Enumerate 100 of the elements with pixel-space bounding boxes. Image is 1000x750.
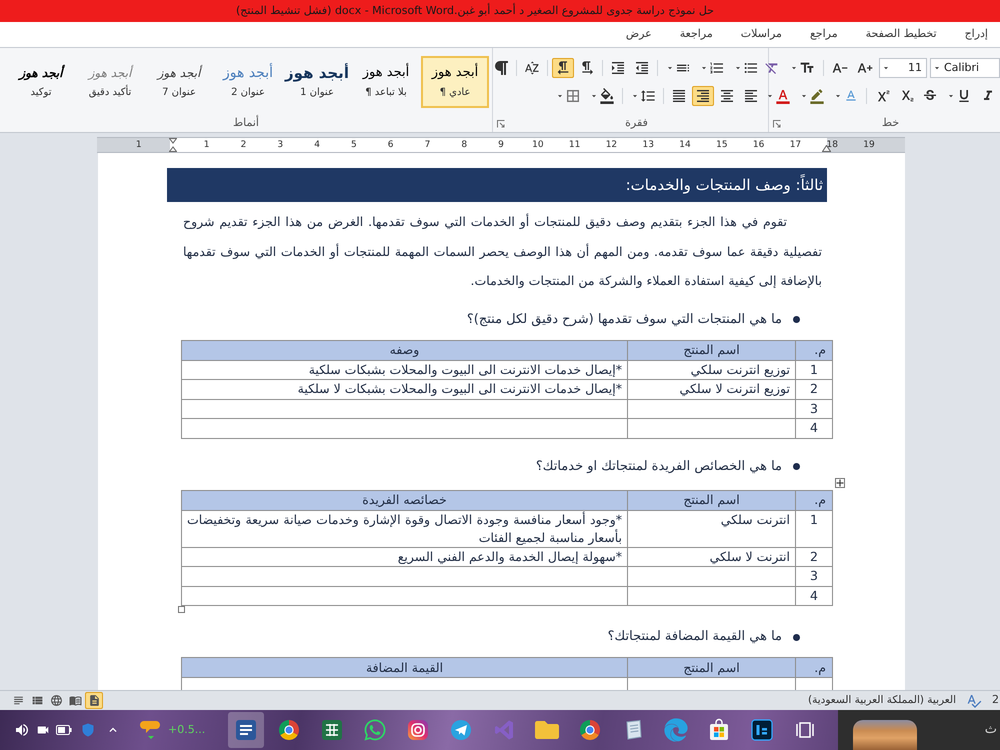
paint-bucket-icon xyxy=(599,88,615,104)
document-tile-icon xyxy=(234,718,258,742)
align-right-icon xyxy=(695,88,711,104)
ruler-number: 1 xyxy=(204,140,210,150)
taskbar-button[interactable] xyxy=(228,712,264,748)
dialog-launcher-icon[interactable] xyxy=(497,120,505,128)
align-left-icon xyxy=(743,88,759,104)
column-header: القيمة المضافة xyxy=(182,658,628,678)
menu-tab[interactable]: مراجع xyxy=(798,22,850,47)
pilcrow-arrow-left-icon xyxy=(555,60,571,76)
bullet-icon xyxy=(793,634,800,640)
table-cell: 1 xyxy=(796,360,832,380)
text-direction-button[interactable] xyxy=(552,58,574,78)
browser-icon xyxy=(578,718,602,742)
style-tile[interactable]: أبجد هوز عنوان 2 xyxy=(214,56,282,108)
question-text: ما هي القيمة المضافة لمنتجاتك؟ xyxy=(608,628,782,646)
ruler-number: 12 xyxy=(606,140,618,150)
style-tile[interactable]: أبجد هوز بلا تباعد ¶ xyxy=(352,56,420,108)
question-text: ما هي المنتجات التي سوف تقدمها (شرح دقيق لكل منتج)؟ xyxy=(466,310,782,329)
menu-tab[interactable]: عرض xyxy=(614,22,664,47)
column-header: اسم المنتج xyxy=(628,490,796,510)
table-move-handle-icon[interactable] xyxy=(835,478,845,488)
menu-tab[interactable]: مراسلات xyxy=(728,22,794,47)
table-cell: 4 xyxy=(796,586,832,606)
ruler-number: 19 xyxy=(863,140,875,150)
column-header: خصائصه الفريدة xyxy=(182,490,628,510)
spreadsheet-tile-icon xyxy=(320,718,344,742)
font-name-field[interactable]: Calibri xyxy=(930,58,1000,78)
sort-icon xyxy=(524,60,540,76)
table-cell: توزيع انترنت سلكي xyxy=(628,360,796,380)
ruler-number: 18 xyxy=(826,140,838,150)
ruler-number: 11 xyxy=(568,140,580,150)
align-center-icon xyxy=(719,88,735,104)
table-cell: *سهولة إيصال الخدمة والدعم الفني السريع xyxy=(182,547,628,566)
proofing-icon[interactable] xyxy=(966,692,982,708)
table-cell: 1 xyxy=(796,510,832,547)
ruler-number: 10 xyxy=(532,140,544,150)
table-cell: 3 xyxy=(796,566,832,586)
photo-placeholder xyxy=(853,720,917,750)
indent-marker-icon[interactable] xyxy=(168,138,177,152)
style-tile[interactable]: أبجد هوز عنوان 1 xyxy=(283,56,351,108)
wave-browser-icon xyxy=(664,718,688,742)
dialog-launcher-icon[interactable] xyxy=(773,120,781,128)
column-header: اسم المنتج xyxy=(628,340,796,360)
ruler-number: 4 xyxy=(314,140,320,150)
table-resize-handle-icon[interactable] xyxy=(178,606,185,613)
style-tile[interactable]: أبجد هوز تأكيد دقيق xyxy=(76,56,144,108)
table-cell: *إيصال خدمات الانترنت الى البيوت والمحلات بشبكات لا سلكية xyxy=(182,380,628,399)
ruler-number: 8 xyxy=(461,140,468,150)
outline-view-icon xyxy=(30,694,44,707)
justify-icon xyxy=(671,88,687,104)
body-paragraph: تقوم في هذا الجزء بتقديم وصف دقيق للمنتجات أو الخدمات التي سوف تقدمها. الغرض من هذا الجزء تقديم شروح تفصيلية دقيقة عما سوف تقدمه. ومن المهم أن هذا الوصف يحصر السمات المهمة للمنتجات أو الخدمات التي سوف تقدمها بالإضافة إلى كيفية استفادة العملاء والشركة من المنتجات والخدمات. xyxy=(182,212,823,290)
paper-plane-icon xyxy=(448,718,472,742)
ruler-number: 14 xyxy=(679,140,691,150)
language-status[interactable]: العربية (المملكة العربية السعودية) xyxy=(808,692,956,708)
bulleted-list-icon xyxy=(743,60,759,76)
square-tile-icon xyxy=(750,718,774,742)
ruler-number: 17 xyxy=(790,140,802,150)
pilcrow-icon xyxy=(493,60,509,76)
ruler-number: 3 xyxy=(277,140,284,150)
table-cell: 4 xyxy=(796,418,832,438)
widget-text[interactable]: +0.5... xyxy=(168,722,214,738)
menu-tab[interactable]: تخطيط الصفحة xyxy=(854,22,949,47)
window-title: حل نموذج دراسة جدوى للمشروع الصغير د أحمد أبو غبن.docx - Microsoft Word (فشل تنشيط المنتج) xyxy=(236,2,714,19)
bullet-icon xyxy=(793,316,800,323)
browser-icon xyxy=(276,718,300,742)
draft-view-icon xyxy=(12,694,24,707)
ruler-number: 15 xyxy=(716,140,728,150)
column-header: م. xyxy=(796,340,832,360)
ruler-number: 6 xyxy=(388,140,394,150)
highlighter-icon xyxy=(809,88,825,104)
align-right-button[interactable] xyxy=(692,86,714,106)
ruler-number: 13 xyxy=(642,140,654,150)
speaker-icon[interactable] xyxy=(14,722,30,738)
battery-icon[interactable] xyxy=(56,725,72,735)
group-label: أنماط xyxy=(232,115,260,132)
taskbar-panel[interactable]: ث xyxy=(838,710,1000,750)
question-text: ما هي الخصائص الفريدة لمنتجاتك او خدماتك؟ xyxy=(536,458,782,476)
table-cell: توزيع انترنت لا سلكي xyxy=(628,380,796,399)
column-header: اسم المنتج xyxy=(628,658,796,678)
open-book-icon xyxy=(68,694,82,707)
style-tile[interactable]: أبجد هوز عنوان 7 xyxy=(145,56,213,108)
ruler-number: 7 xyxy=(424,140,430,150)
style-tile[interactable]: أبجد هوز توكيد xyxy=(7,56,75,108)
page-icon xyxy=(88,694,100,707)
table-cell: انترنت لا سلكي xyxy=(628,547,796,566)
table-cell: 2 xyxy=(796,380,832,399)
numbered-list-icon xyxy=(709,60,725,76)
globe-icon xyxy=(50,694,62,707)
font-size-field[interactable]: 11 xyxy=(879,58,927,78)
speech-bubble-icon[interactable] xyxy=(140,718,162,742)
ruler-number: 9 xyxy=(498,140,504,150)
table-cell: 2 xyxy=(796,547,832,566)
column-header: م. xyxy=(796,490,832,510)
style-tile[interactable]: أبجد هوز عادي ¶ xyxy=(421,56,489,108)
view-button[interactable] xyxy=(85,692,103,709)
menu-tab[interactable]: مراجعة xyxy=(668,22,725,47)
menu-tab[interactable]: إدراج xyxy=(952,22,1000,47)
increase-indent-icon xyxy=(610,60,626,76)
folder-icon xyxy=(534,718,558,742)
